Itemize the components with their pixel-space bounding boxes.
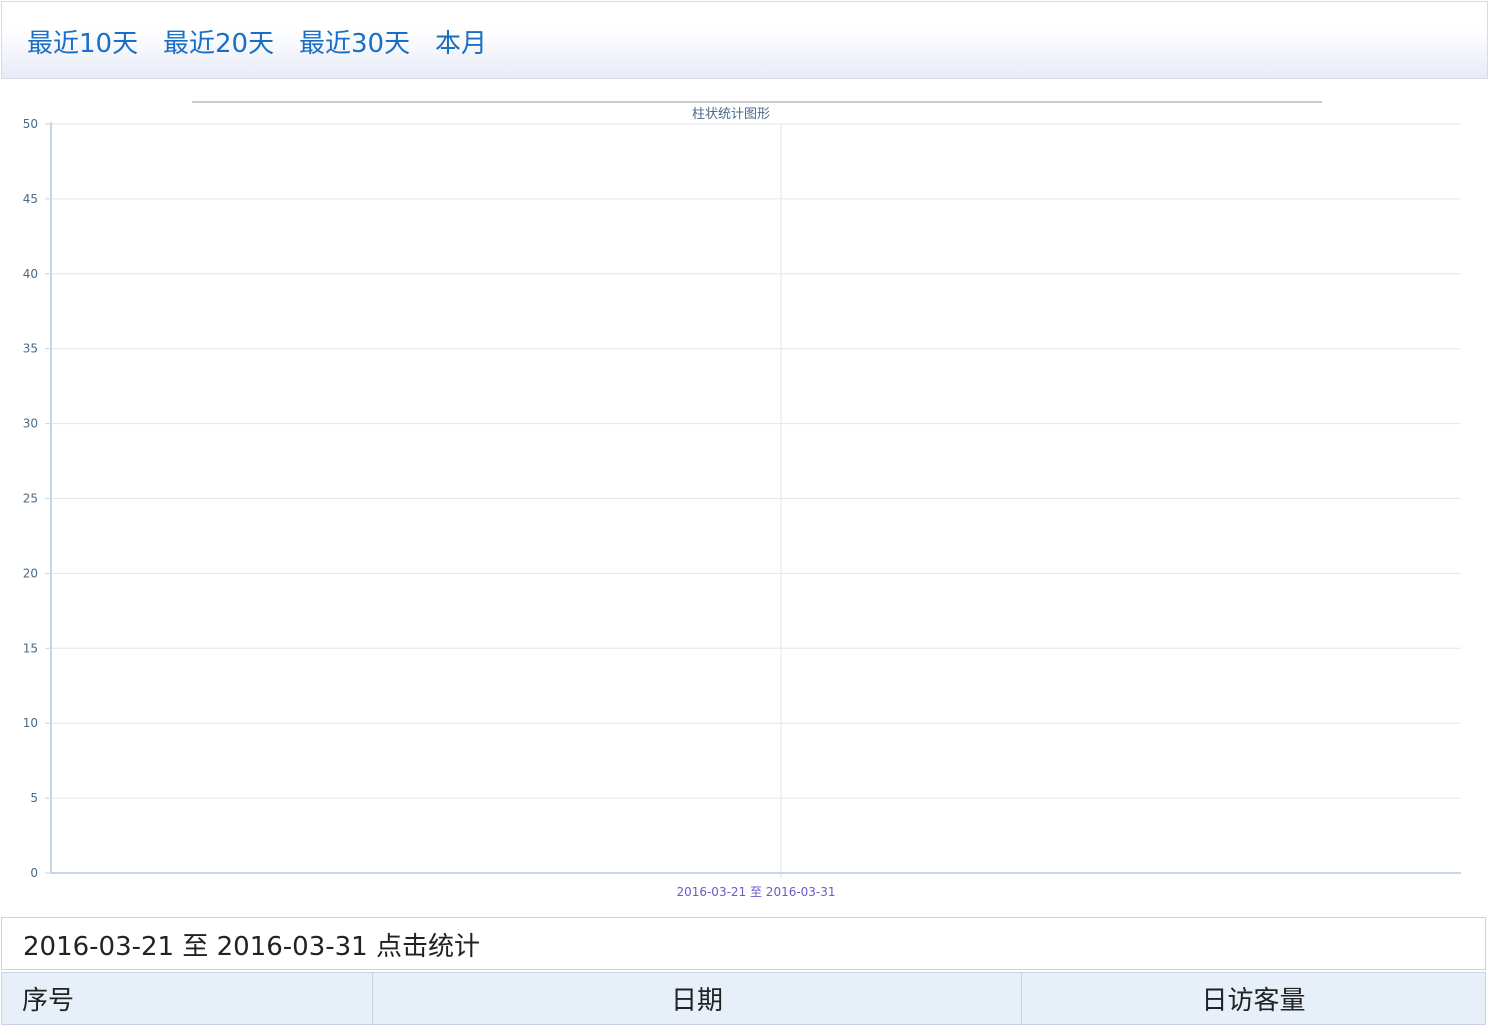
- table-header-row: 序号 日期 日访客量: [1, 972, 1486, 1025]
- y-tick-label: 45: [23, 192, 38, 206]
- y-tick-label: 10: [23, 716, 38, 730]
- y-tick-label: 20: [23, 566, 38, 580]
- click-stats-panel: 2016-03-21 至 2016-03-31 点击统计 序号 日期 日访客量: [1, 917, 1486, 1027]
- column-header-daily-visitors: 日访客量: [1021, 972, 1486, 1025]
- column-header-index: 序号: [1, 972, 373, 1025]
- bar-chart: 柱状统计图形 0 5 10 15 20 25 30 35 40 45 50 2016-03-21 至…: [0, 82, 1491, 914]
- y-tick-label: 0: [30, 866, 38, 880]
- y-tick-label: 25: [23, 492, 38, 506]
- y-tick-label: 40: [23, 267, 38, 281]
- range-link-this-month[interactable]: 本月: [435, 26, 487, 62]
- column-header-date: 日期: [372, 972, 1022, 1025]
- range-link-last-20-days[interactable]: 最近20天: [163, 26, 274, 62]
- stats-table: 序号 日期 日访客量: [1, 972, 1486, 1025]
- y-tick-label: 30: [23, 417, 38, 431]
- y-tick-label: 35: [23, 342, 38, 356]
- y-tick-label: 15: [23, 641, 38, 655]
- stats-caption: 2016-03-21 至 2016-03-31 点击统计: [1, 917, 1486, 970]
- bar-chart-svg: 柱状统计图形 0 5 10 15 20 25 30 35 40 45 50 2016-03-21 至…: [23, 101, 1461, 899]
- grid-lines: [51, 123, 1461, 879]
- y-tick-label: 50: [23, 117, 38, 131]
- x-tick-label: 2016-03-21 至 2016-03-31: [676, 885, 835, 899]
- chart-title: 柱状统计图形: [692, 107, 770, 122]
- y-axis-ticks: 0 5 10 15 20 25 30 35 40 45 50: [23, 117, 51, 880]
- y-tick-label: 5: [30, 791, 38, 805]
- range-link-last-30-days[interactable]: 最近30天: [299, 26, 410, 62]
- range-toolbar: 最近10天 最近20天 最近30天 本月: [1, 1, 1488, 79]
- range-link-last-10-days[interactable]: 最近10天: [27, 26, 138, 62]
- x-axis-ticks: 2016-03-21 至 2016-03-31: [676, 885, 835, 899]
